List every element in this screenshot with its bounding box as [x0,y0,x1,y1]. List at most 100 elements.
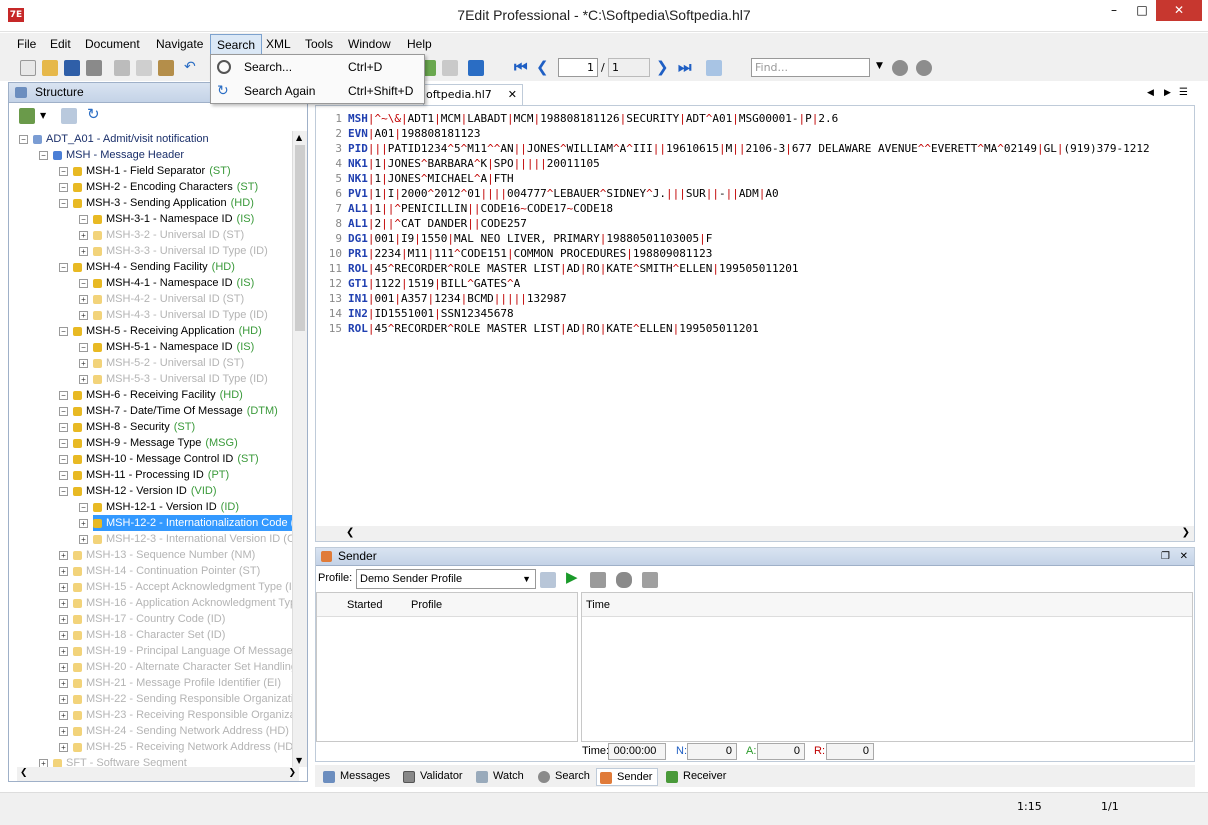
tree-node[interactable]: + MSH-4-3 - Universal ID Type (ID) [79,307,268,323]
expand-toggle-icon[interactable]: + [59,583,68,592]
find-input[interactable]: Find... [751,58,870,77]
expand-toggle-icon[interactable]: − [79,343,88,352]
tab-sender[interactable]: Sender [596,768,658,786]
tree-node[interactable]: + MSH-4-2 - Universal ID (ST) [79,291,244,307]
menu-file[interactable]: File [17,37,36,51]
expand-toggle-icon[interactable]: − [59,263,68,272]
editor-horizontal-scrollbar[interactable]: ❮ ❯ [316,526,1194,541]
expand-toggle-icon[interactable]: + [79,231,88,240]
expand-toggle-icon[interactable]: − [79,279,88,288]
code-line[interactable]: 14 IN2|ID1551001|SSN12345678 [316,306,514,321]
expand-toggle-icon[interactable]: + [79,519,88,528]
expand-toggle-icon[interactable]: − [59,327,68,336]
expand-toggle-icon[interactable]: + [59,647,68,656]
expand-toggle-icon[interactable]: − [79,215,88,224]
hl7-editor[interactable]: 1 MSH|^~\&|ADT1|MCM|LABADT|MCM|1988081811… [315,105,1195,542]
tree-node[interactable]: + MSH-3-3 - Universal ID Type (ID) [79,243,268,259]
tree-node[interactable]: + MSH-21 - Message Profile Identifier (EI… [59,675,281,691]
tree-node[interactable]: + MSH-12-2 - Internationalization Code (C… [79,515,299,531]
expand-toggle-icon[interactable]: − [59,439,68,448]
expand-toggle-icon[interactable]: + [79,535,88,544]
code-line[interactable]: 6 PV1|1|I|2000^2012^01||||004777^LEBAUER^… [316,186,778,201]
tree-node[interactable]: + MSH-13 - Sequence Number (NM) [59,547,255,563]
column-time[interactable]: Time [586,599,610,611]
tree-node[interactable]: − MSH-7 - Date/Time Of Message (DTM) [59,403,278,419]
last-record-icon[interactable]: ⏭ [678,60,694,76]
find-next-icon[interactable] [916,60,932,76]
tree-node[interactable]: − MSH-11 - Processing ID (PT) [59,467,229,483]
tab-list-icon[interactable]: ☰ [1179,87,1188,98]
tab-watch[interactable]: Watch [473,768,531,786]
undo-icon[interactable]: ↶ [184,60,200,76]
tab-scroll-left-icon[interactable]: ◀ [1147,88,1154,98]
expand-toggle-icon[interactable]: + [59,615,68,624]
expand-toggle-icon[interactable]: + [59,679,68,688]
tree-node[interactable]: − MSH-1 - Field Separator (ST) [59,163,231,179]
menu-help[interactable]: Help [407,37,432,51]
tree-node[interactable]: − MSH-6 - Receiving Facility (HD) [59,387,243,403]
code-line[interactable]: 15 ROL|45^RECORDER^ROLE MASTER LIST|AD|RO… [316,321,759,336]
structure-horizontal-scrollbar[interactable]: ❮ ❯ [17,767,299,781]
tree-node[interactable]: − MSH-8 - Security (ST) [59,419,195,435]
expand-toggle-icon[interactable]: + [59,663,68,672]
expand-toggle-icon[interactable]: − [59,471,68,480]
cut-icon[interactable] [114,60,130,76]
tree-node[interactable]: − MSH-5-1 - Namespace ID (IS) [79,339,254,355]
tree-node[interactable]: + MSH-17 - Country Code (ID) [59,611,225,627]
code-line[interactable]: 5 NK1|1|JONES^MICHAEL^A|FTH [316,171,513,186]
tree-node[interactable]: − MSH-9 - Message Type (MSG) [59,435,238,451]
tree-options-dropdown-icon[interactable]: ▼ [40,111,46,120]
code-line[interactable]: 10 PR1|2234|M11|111^CODE151|COMMON PROCED… [316,246,713,261]
close-panel-icon[interactable]: ✕ [1180,548,1188,565]
tree-node[interactable]: + SFT - Software Segment [39,755,187,767]
minimize-button[interactable]: – [1100,0,1128,21]
tab-messages[interactable]: Messages [320,768,398,786]
code-line[interactable]: 2 EVN|A01|198808181123 [316,126,480,141]
expand-toggle-icon[interactable]: − [59,455,68,464]
menu-search[interactable]: Search [210,34,263,56]
expand-toggle-icon[interactable]: − [59,183,68,192]
expand-toggle-icon[interactable]: + [59,551,68,560]
menu-document[interactable]: Document [85,37,140,51]
tree-node[interactable]: + MSH-22 - Sending Responsible Organizati… [59,691,299,707]
new-document-icon[interactable] [20,60,36,76]
previous-record-icon[interactable]: ❮ [536,60,552,76]
close-button[interactable]: ✕ [1156,0,1202,21]
tree-node[interactable]: + MSH-24 - Sending Network Address (HD) [59,723,289,739]
expand-toggle-icon[interactable]: + [79,375,88,384]
stop-icon[interactable] [590,572,606,588]
expand-toggle-icon[interactable]: + [59,711,68,720]
save-all-icon[interactable] [86,60,102,76]
expand-toggle-icon[interactable]: + [59,727,68,736]
tree-node[interactable]: + MSH-23 - Receiving Responsible Organiza… [59,707,299,723]
copy-icon[interactable] [136,60,152,76]
code-line[interactable]: 1 MSH|^~\&|ADT1|MCM|LABADT|MCM|1988081811… [316,111,838,126]
tree-node[interactable]: + MSH-18 - Character Set (ID) [59,627,225,643]
collapse-icon[interactable] [61,108,77,124]
tab-search[interactable]: Search [535,768,593,786]
maximize-button[interactable]: □ [1128,0,1156,21]
tree-node[interactable]: − MSH-2 - Encoding Characters (ST) [59,179,258,195]
tree-node[interactable]: + MSH-3-2 - Universal ID (ST) [79,227,244,243]
tree-node[interactable]: − MSH-3-1 - Namespace ID (IS) [79,211,254,227]
tree-node[interactable]: − MSH-12 - Version ID (VID) [59,483,217,499]
menu-tools[interactable]: Tools [305,37,333,51]
tree-options-icon[interactable] [19,108,35,124]
expand-toggle-icon[interactable]: − [59,391,68,400]
find-dropdown-icon[interactable]: ▼ [876,61,883,71]
view-icon[interactable] [706,60,722,76]
tree-node[interactable]: + MSH-15 - Accept Acknowledgment Type (ID… [59,579,299,595]
tab-scroll-right-icon[interactable]: ▶ [1164,88,1171,98]
expand-toggle-icon[interactable]: − [59,199,68,208]
menu-navigate[interactable]: Navigate [156,37,203,51]
tree-node[interactable]: + MSH-19 - Principal Language Of Message … [59,643,299,659]
search-again-menu-item[interactable]: ↻ Search Again Ctrl+Shift+D [211,79,424,103]
restore-panel-icon[interactable]: ❐ [1161,548,1170,565]
paste-icon[interactable] [158,60,174,76]
profile-list-icon[interactable] [540,572,556,588]
save-icon[interactable] [64,60,80,76]
expand-toggle-icon[interactable]: − [59,487,68,496]
tab-validator[interactable]: Validator [400,768,470,786]
page-number-input[interactable]: 1 [558,58,598,77]
expand-toggle-icon[interactable]: + [79,247,88,256]
